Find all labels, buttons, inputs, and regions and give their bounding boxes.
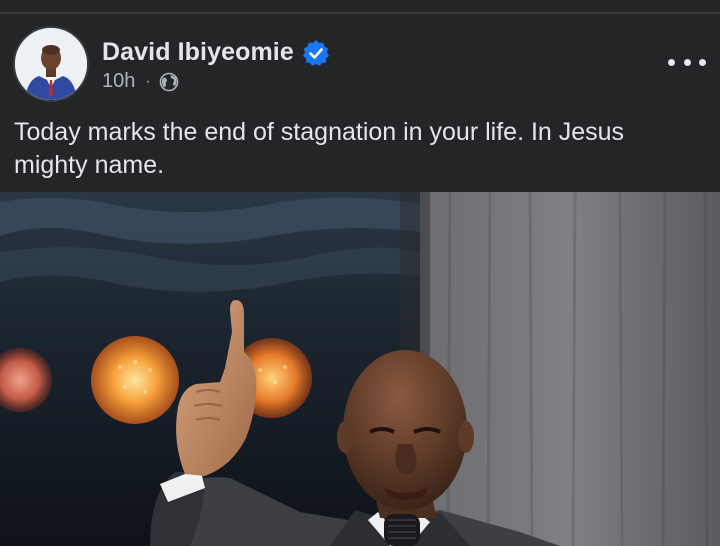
author-avatar[interactable]	[13, 26, 89, 102]
verified-badge-icon	[302, 39, 330, 67]
author-name[interactable]: David Ibiyeomie	[102, 38, 294, 67]
meta-separator: ·	[145, 72, 151, 90]
post-text: Today marks the end of stagnation in you…	[14, 118, 625, 179]
post-meta: 10h ·	[102, 70, 179, 93]
post-photo-illustration	[0, 192, 720, 546]
post-header: David Ibiyeomie 10h ·	[0, 14, 720, 104]
avatar-photo	[15, 28, 87, 100]
more-options-button[interactable]	[668, 50, 706, 74]
more-dot-icon	[668, 58, 675, 66]
author-name-row: David Ibiyeomie	[102, 38, 330, 67]
post-card: David Ibiyeomie 10h · Today marks the en…	[0, 0, 720, 546]
post-photo[interactable]	[0, 192, 720, 546]
post-timestamp[interactable]: 10h	[102, 70, 135, 93]
globe-icon[interactable]	[159, 72, 179, 92]
more-dot-icon	[683, 58, 691, 66]
more-dot-icon	[699, 58, 706, 66]
